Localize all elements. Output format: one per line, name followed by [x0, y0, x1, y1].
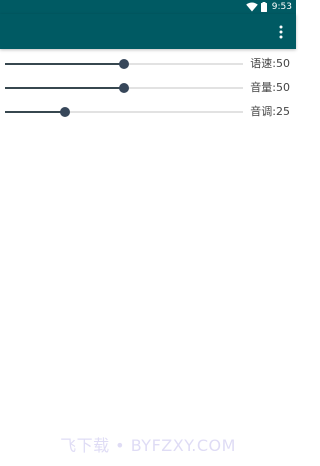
speech-rate-row: 语速:50	[0, 54, 296, 74]
status-icons: 9:53	[245, 0, 292, 14]
more-vert-icon	[279, 25, 283, 39]
volume-slider[interactable]	[5, 83, 243, 93]
overflow-menu-button[interactable]	[272, 22, 290, 42]
pitch-label: 音调:25	[250, 105, 290, 118]
speech-rate-slider-fill	[5, 63, 124, 65]
battery-icon	[260, 2, 267, 12]
speech-rate-slider-thumb[interactable]	[119, 59, 129, 69]
volume-row: 音量:50	[0, 78, 296, 98]
pitch-row: 音调:25	[0, 102, 296, 122]
volume-slider-fill	[5, 87, 124, 89]
pitch-slider-thumb[interactable]	[59, 107, 70, 117]
status-time: 9:53	[271, 2, 292, 12]
app-bar	[0, 14, 296, 49]
volume-label: 音量:50	[250, 81, 290, 94]
wifi-icon	[245, 2, 258, 12]
pitch-slider[interactable]	[5, 107, 243, 117]
speech-rate-label: 语速:50	[250, 57, 290, 70]
speech-rate-slider[interactable]	[5, 59, 243, 69]
watermark: 飞下载 • BYFZXY.COM	[60, 436, 236, 455]
volume-slider-thumb[interactable]	[119, 83, 129, 93]
pitch-slider-fill	[5, 111, 65, 113]
status-bar: 9:53	[0, 0, 296, 14]
